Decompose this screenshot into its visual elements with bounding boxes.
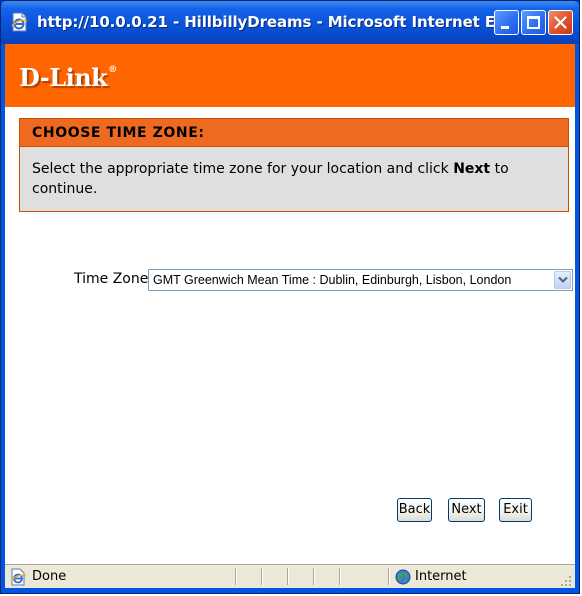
dlink-logo: D-Link®	[19, 63, 117, 92]
ie-page-icon	[10, 568, 28, 590]
maximize-button[interactable]	[521, 10, 546, 35]
maximize-icon	[527, 16, 540, 29]
status-divider	[388, 568, 390, 585]
status-divider	[261, 568, 263, 585]
minimize-icon	[501, 26, 509, 29]
time-zone-selected-value: GMT Greenwich Mean Time : Dublin, Edinbu…	[153, 273, 512, 287]
status-divider	[235, 568, 237, 585]
page-content: D-Link® CHOOSE TIME ZONE: Select the app…	[5, 44, 575, 564]
browser-window: http://10.0.0.21 - HillbillyDreams - Mic…	[0, 0, 580, 594]
close-button[interactable]	[548, 10, 573, 35]
minimize-button[interactable]	[494, 10, 519, 35]
logo-trademark: ®	[108, 65, 117, 75]
logo-text: D-Link	[19, 63, 108, 92]
instruction-text: Select the appropriate time zone for you…	[32, 161, 454, 177]
exit-button[interactable]: Exit	[499, 498, 532, 522]
ie-page-icon	[10, 12, 30, 32]
globe-icon	[395, 569, 411, 589]
window-title: http://10.0.0.21 - HillbillyDreams - Mic…	[37, 13, 512, 31]
close-icon	[554, 16, 567, 29]
status-bar: Done Internet	[5, 564, 575, 588]
title-bar[interactable]: http://10.0.0.21 - HillbillyDreams - Mic…	[1, 1, 579, 44]
brand-header: D-Link®	[5, 44, 575, 107]
time-zone-panel: CHOOSE TIME ZONE: Select the appropriate…	[19, 118, 569, 212]
resize-grip-icon[interactable]	[561, 573, 573, 592]
next-button[interactable]: Next	[448, 498, 485, 522]
status-divider	[287, 568, 289, 585]
security-zone-text: Internet	[415, 569, 467, 584]
chevron-down-icon	[558, 276, 568, 283]
status-divider	[339, 568, 341, 585]
panel-instructions: Select the appropriate time zone for you…	[32, 159, 552, 199]
instruction-next-word: Next	[453, 161, 491, 177]
dropdown-arrow-button[interactable]	[554, 271, 571, 289]
time-zone-label: Time Zone	[74, 271, 149, 287]
panel-title: CHOOSE TIME ZONE:	[32, 125, 205, 141]
back-button[interactable]: Back	[397, 498, 432, 522]
time-zone-select[interactable]: GMT Greenwich Mean Time : Dublin, Edinbu…	[148, 269, 573, 291]
status-divider	[313, 568, 315, 585]
status-text: Done	[32, 569, 67, 584]
